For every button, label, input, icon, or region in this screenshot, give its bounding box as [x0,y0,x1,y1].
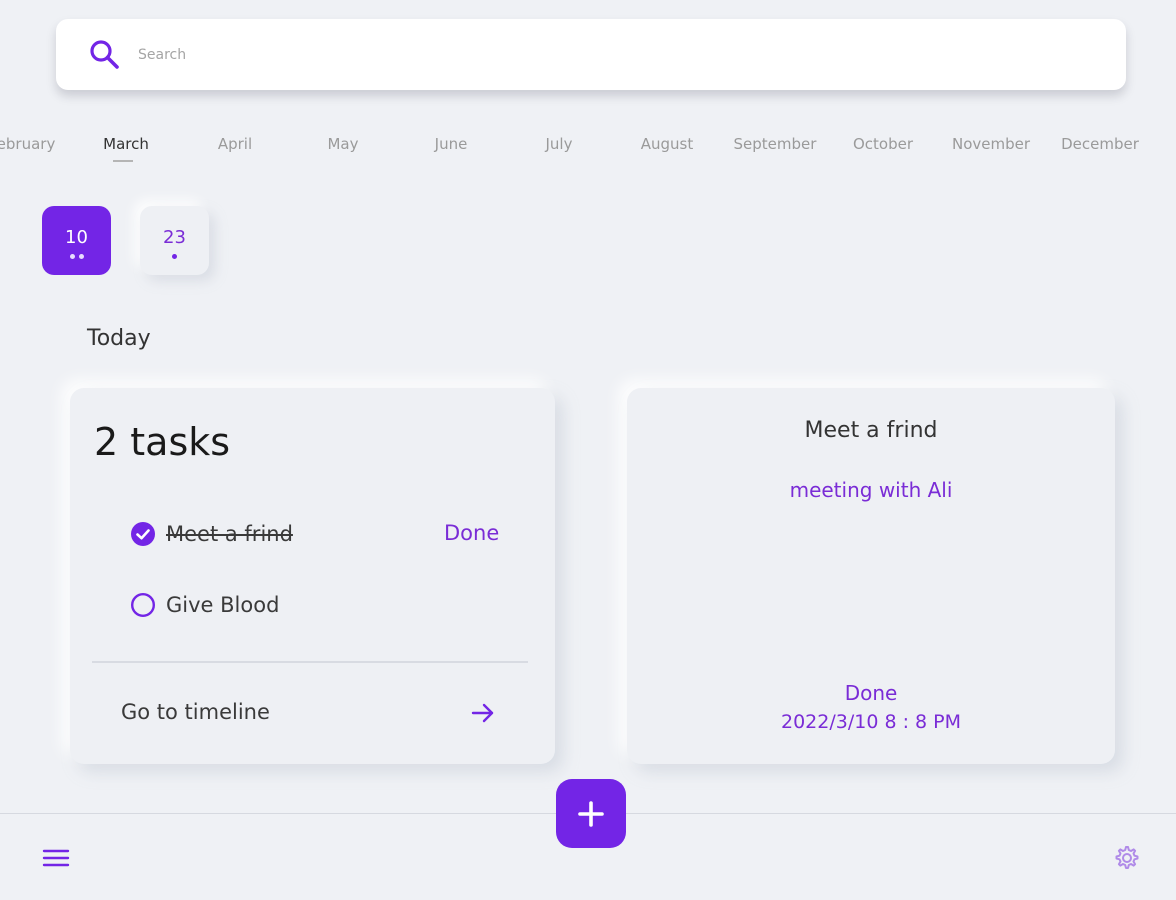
month-selector: ebruary March April May June July August… [0,130,1176,170]
task-detail-card[interactable] [627,388,1115,764]
month-february[interactable]: ebruary [0,135,81,153]
search-input[interactable] [138,44,1038,66]
day-number: 23 [163,226,186,248]
day-number: 10 [65,226,88,248]
task-dot [69,253,75,259]
plus-icon [578,800,604,827]
task-text: Give Blood [166,593,280,617]
month-june[interactable]: June [396,135,506,153]
month-november[interactable]: November [936,135,1046,153]
empty-circle-icon[interactable] [130,592,156,618]
hamburger-menu-icon[interactable] [42,846,70,870]
task-done-status[interactable]: Done [444,521,499,545]
task-dots [69,253,84,260]
month-october[interactable]: October [828,135,938,153]
arrow-right-icon[interactable] [469,699,497,727]
task-dot [172,253,177,259]
day-chip-23[interactable]: 23 [140,206,209,275]
month-december[interactable]: December [1045,135,1155,153]
task-dots [172,253,177,260]
detail-description: meeting with Ali [789,478,953,502]
go-to-timeline-link[interactable]: Go to timeline [121,700,270,724]
month-april[interactable]: April [180,135,290,153]
month-september[interactable]: September [720,135,830,153]
month-august[interactable]: August [612,135,722,153]
gear-icon[interactable] [1110,842,1142,874]
search-icon [90,40,119,69]
month-may[interactable]: May [288,135,398,153]
task-dot [78,253,84,259]
detail-datetime: 2022/3/10 8 : 8 PM [780,711,961,733]
active-month-indicator [113,160,133,162]
check-circle-icon[interactable] [130,521,156,547]
day-chip-10[interactable]: 10 [42,206,111,275]
task-text: Meet a frind [166,522,293,546]
add-task-button[interactable] [556,779,626,848]
section-title-today: Today [87,326,151,351]
month-july[interactable]: July [504,135,614,153]
task-count: 2 tasks [94,420,231,464]
card-divider [92,661,528,663]
detail-status: Done [844,681,898,705]
detail-title: Meet a frind [804,418,938,443]
task-item-give-blood[interactable]: Give Blood [130,590,279,620]
task-item-meet-a-frind[interactable]: Meet a frind [130,519,293,549]
month-march[interactable]: March [71,135,181,153]
